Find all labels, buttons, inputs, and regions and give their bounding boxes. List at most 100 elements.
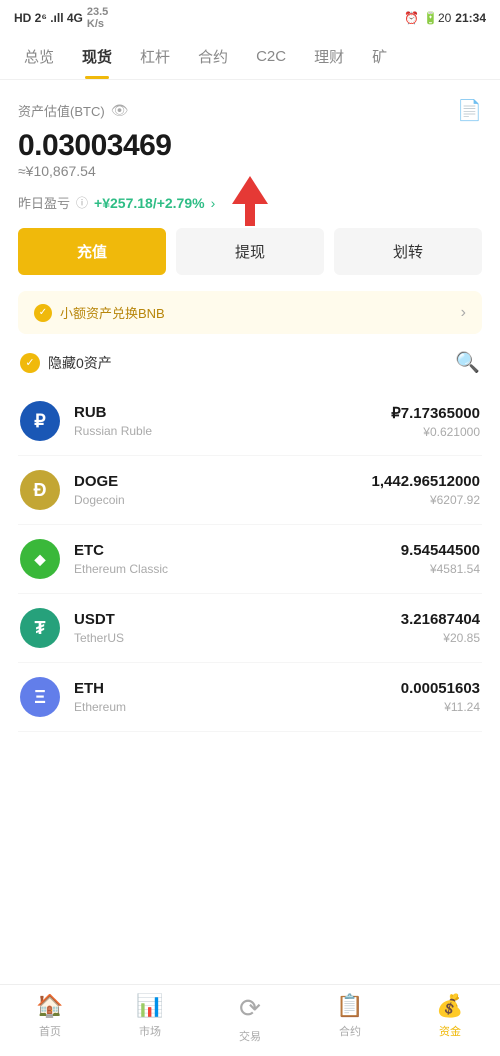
list-item[interactable]: ₽ RUB Russian Ruble ₽7.17365000 ¥0.62100… bbox=[18, 387, 482, 456]
eth-amount: 0.00051603 bbox=[401, 680, 480, 697]
etc-amount: 9.54544500 bbox=[401, 542, 480, 559]
eth-coin-icon: Ξ bbox=[20, 677, 60, 717]
nav-home-label: 首页 bbox=[39, 1023, 61, 1039]
tab-finance[interactable]: 理财 bbox=[300, 34, 358, 79]
status-bar: HD 2⁶ .ıll 4G 23.5K/s ⏰ 🔋20 21:34 bbox=[0, 0, 500, 34]
doge-cny: ¥6207.92 bbox=[372, 493, 480, 507]
contract-icon: 📋 bbox=[336, 993, 363, 1019]
list-item[interactable]: ◆ ETC Ethereum Classic 9.54544500 ¥4581.… bbox=[18, 525, 482, 594]
rub-coin-icon: ₽ bbox=[20, 401, 60, 441]
nav-contract[interactable]: 📋 合约 bbox=[300, 993, 400, 1044]
list-item[interactable]: Ξ ETH Ethereum 0.00051603 ¥11.24 bbox=[18, 663, 482, 732]
assets-icon: 💰 bbox=[436, 993, 463, 1019]
nav-tabs: 总览 现货 杠杆 合约 C2C 理财 矿 bbox=[0, 34, 500, 80]
etc-cny: ¥4581.54 bbox=[401, 562, 480, 576]
tab-c2c[interactable]: C2C bbox=[242, 36, 300, 77]
nav-market-label: 市场 bbox=[139, 1023, 161, 1039]
bnb-check-icon: ✓ bbox=[34, 304, 52, 322]
action-buttons: 充值 提现 划转 bbox=[18, 228, 482, 275]
filter-left: ✓ 隐藏0资产 bbox=[20, 353, 112, 373]
doge-values: 1,442.96512000 ¥6207.92 bbox=[372, 473, 480, 507]
profit-arrow[interactable]: › bbox=[211, 195, 216, 211]
bnb-text: 小额资产兑换BNB bbox=[60, 303, 165, 322]
rub-fullname: Russian Ruble bbox=[74, 424, 377, 438]
bnb-chevron-icon: › bbox=[461, 304, 466, 322]
usdt-cny: ¥20.85 bbox=[401, 631, 480, 645]
main-content: 资产估值(BTC) 👁 📄 0.03003469 ≈¥10,867.54 昨日盈… bbox=[0, 80, 500, 812]
status-time: 21:34 bbox=[455, 11, 486, 25]
tab-spot[interactable]: 现货 bbox=[68, 34, 126, 79]
rub-amount: ₽7.17365000 bbox=[391, 404, 480, 422]
home-icon: 🏠 bbox=[36, 993, 63, 1019]
doge-coin-info: DOGE Dogecoin bbox=[74, 473, 358, 507]
usdt-values: 3.21687404 ¥20.85 bbox=[401, 611, 480, 645]
recharge-button[interactable]: 充值 bbox=[18, 228, 166, 275]
status-network: HD 2⁶ .ıll 4G bbox=[14, 11, 83, 25]
nav-home[interactable]: 🏠 首页 bbox=[0, 993, 100, 1044]
usdt-coin-icon: ₮ bbox=[20, 608, 60, 648]
bnb-banner[interactable]: ✓ 小额资产兑换BNB › bbox=[18, 291, 482, 334]
asset-cny-amount: ≈¥10,867.54 bbox=[18, 163, 172, 179]
status-battery: 🔋20 bbox=[423, 11, 451, 25]
usdt-amount: 3.21687404 bbox=[401, 611, 480, 628]
eye-icon[interactable]: 👁 bbox=[111, 102, 129, 119]
profit-info-icon: ⓘ bbox=[76, 194, 88, 211]
bottom-nav: 🏠 首页 📊 市场 ⟳ 交易 📋 合约 💰 资金 bbox=[0, 984, 500, 1056]
list-item[interactable]: Ð DOGE Dogecoin 1,442.96512000 ¥6207.92 bbox=[18, 456, 482, 525]
rub-symbol: RUB bbox=[74, 404, 377, 421]
status-speed: 23.5K/s bbox=[87, 6, 108, 30]
rub-coin-info: RUB Russian Ruble bbox=[74, 404, 377, 438]
transfer-button[interactable]: 划转 bbox=[334, 228, 482, 275]
asset-valuation-label: 资产估值(BTC) bbox=[18, 101, 105, 120]
asset-btc-amount: 0.03003469 bbox=[18, 129, 172, 163]
status-right: ⏰ 🔋20 21:34 bbox=[404, 11, 486, 25]
eth-cny: ¥11.24 bbox=[401, 700, 480, 714]
nav-contract-label: 合约 bbox=[339, 1023, 361, 1039]
tab-leverage[interactable]: 杠杆 bbox=[126, 34, 184, 79]
nav-assets[interactable]: 💰 资金 bbox=[400, 993, 500, 1044]
nav-trade[interactable]: ⟳ 交易 bbox=[200, 993, 300, 1044]
arrow-up bbox=[232, 176, 268, 204]
usdt-fullname: TetherUS bbox=[74, 631, 387, 645]
etc-values: 9.54544500 ¥4581.54 bbox=[401, 542, 480, 576]
eth-values: 0.00051603 ¥11.24 bbox=[401, 680, 480, 714]
doge-coin-icon: Ð bbox=[20, 470, 60, 510]
doge-amount: 1,442.96512000 bbox=[372, 473, 480, 490]
arrow-annotation bbox=[232, 176, 268, 226]
etc-symbol: ETC bbox=[74, 542, 387, 559]
asset-label-row: 资产估值(BTC) 👁 📄 bbox=[18, 98, 482, 123]
etc-coin-info: ETC Ethereum Classic bbox=[74, 542, 387, 576]
usdt-coin-info: USDT TetherUS bbox=[74, 611, 387, 645]
status-left: HD 2⁶ .ıll 4G 23.5K/s bbox=[14, 6, 108, 30]
filter-row: ✓ 隐藏0资产 🔍 bbox=[18, 350, 482, 375]
list-item[interactable]: ₮ USDT TetherUS 3.21687404 ¥20.85 bbox=[18, 594, 482, 663]
arrow-stem bbox=[245, 204, 255, 226]
asset-list: ₽ RUB Russian Ruble ₽7.17365000 ¥0.62100… bbox=[18, 387, 482, 732]
profit-value: +¥257.18/+2.79% bbox=[94, 195, 205, 211]
eth-coin-info: ETH Ethereum bbox=[74, 680, 387, 714]
trade-icon: ⟳ bbox=[239, 993, 261, 1024]
withdraw-button[interactable]: 提现 bbox=[176, 228, 324, 275]
eth-symbol: ETH bbox=[74, 680, 387, 697]
nav-trade-label: 交易 bbox=[239, 1028, 261, 1044]
market-icon: 📊 bbox=[136, 993, 163, 1019]
tab-mine[interactable]: 矿 bbox=[358, 34, 401, 79]
filter-check-icon[interactable]: ✓ bbox=[20, 353, 40, 373]
doge-fullname: Dogecoin bbox=[74, 493, 358, 507]
receipt-icon[interactable]: 📄 bbox=[457, 98, 482, 123]
etc-coin-icon: ◆ bbox=[20, 539, 60, 579]
bnb-left: ✓ 小额资产兑换BNB bbox=[34, 303, 165, 322]
status-alarm: ⏰ bbox=[404, 11, 419, 25]
tab-overview[interactable]: 总览 bbox=[10, 34, 68, 79]
nav-market[interactable]: 📊 市场 bbox=[100, 993, 200, 1044]
rub-cny: ¥0.621000 bbox=[391, 425, 480, 439]
usdt-symbol: USDT bbox=[74, 611, 387, 628]
nav-assets-label: 资金 bbox=[439, 1023, 461, 1039]
etc-fullname: Ethereum Classic bbox=[74, 562, 387, 576]
doge-symbol: DOGE bbox=[74, 473, 358, 490]
rub-values: ₽7.17365000 ¥0.621000 bbox=[391, 404, 480, 439]
tab-contract[interactable]: 合约 bbox=[184, 34, 242, 79]
eth-fullname: Ethereum bbox=[74, 700, 387, 714]
profit-label: 昨日盈亏 bbox=[18, 193, 70, 212]
search-icon[interactable]: 🔍 bbox=[455, 350, 480, 375]
